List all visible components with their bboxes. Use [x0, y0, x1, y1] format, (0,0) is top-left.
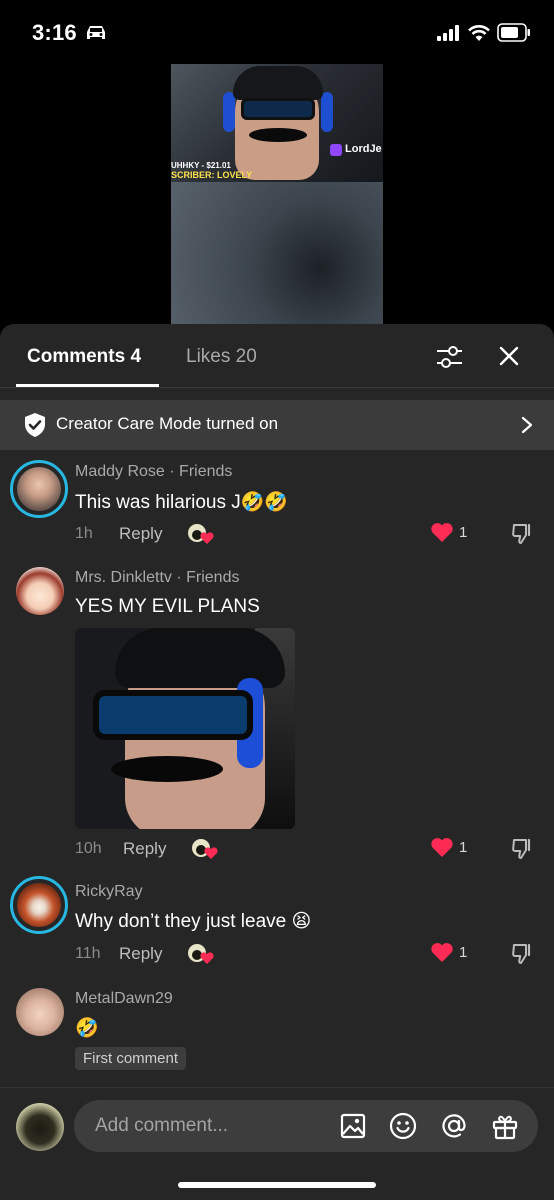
reply-button[interactable]: Reply [123, 839, 166, 859]
dislike-icon[interactable] [510, 522, 534, 546]
video-headset-left [223, 92, 235, 132]
status-time: 3:16 [32, 20, 77, 45]
mention-icon[interactable] [440, 1112, 468, 1140]
comment-username[interactable]: MetalDawn29 [75, 990, 173, 1008]
signal-icon [437, 25, 459, 41]
video-bottom-frame [171, 182, 383, 326]
comment-text: YES MY EVIL PLANS [75, 596, 260, 617]
video-mustache [249, 128, 307, 142]
comment-item: Maddy Rose · Friends This was hilarious … [0, 450, 554, 560]
creator-care-banner[interactable]: Creator Care Mode turned on [0, 400, 554, 450]
status-bar: 3:16 [0, 0, 554, 64]
creator-liked-icon [188, 524, 214, 544]
comment-text: 🤣 [75, 1018, 99, 1039]
comment-placeholder: Add comment... [95, 1115, 229, 1136]
like-button[interactable]: 1 [430, 942, 470, 964]
heart-icon [431, 943, 453, 962]
dislike-icon[interactable] [510, 837, 534, 861]
image-icon[interactable] [339, 1112, 367, 1140]
video-glasses [241, 98, 315, 120]
home-indicator [178, 1182, 376, 1188]
twitch-icon [330, 144, 342, 156]
battery-icon [497, 23, 530, 42]
video-headset-right [321, 92, 333, 132]
wifi-icon [468, 25, 490, 41]
video-streamer-tag: LordJe [345, 143, 382, 155]
chevron-right-icon [521, 416, 533, 434]
avatar[interactable] [10, 876, 68, 934]
avatar[interactable] [16, 988, 64, 1036]
creator-liked-icon [188, 944, 214, 964]
comment-username[interactable]: Mrs. Dinklettv · Friends [75, 569, 239, 587]
filter-icon[interactable] [436, 344, 463, 370]
comments-sheet: Comments 4 Likes 20 Creator Care Mode tu… [0, 324, 554, 1200]
tab-comments[interactable]: Comments 4 [27, 346, 141, 368]
comment-time: 11h [75, 945, 101, 962]
comment-item: MetalDawn29 🤣 First comment [0, 980, 554, 1090]
shield-check-icon [25, 413, 45, 437]
like-button[interactable]: 1 [430, 522, 470, 544]
comment-time: 10h [75, 840, 102, 857]
emoji-icon[interactable] [389, 1112, 417, 1140]
comment-item: Mrs. Dinklettv · Friends YES MY EVIL PLA… [0, 560, 554, 880]
comment-item: RickyRay Why don’t they just leave 😫 11h… [0, 872, 554, 982]
video-overlay-line1: UHHKY - $21.01 [171, 161, 231, 170]
heart-icon [431, 838, 453, 857]
comment-username[interactable]: Maddy Rose · Friends [75, 463, 232, 481]
heart-icon [431, 523, 453, 542]
comment-time: 1h [75, 525, 93, 542]
comment-image[interactable] [75, 628, 295, 829]
like-count: 1 [459, 524, 468, 541]
comment-text: Why don’t they just leave 😫 [75, 911, 312, 932]
sheet-tabs: Comments 4 Likes 20 [0, 324, 554, 388]
gift-icon[interactable] [491, 1112, 519, 1140]
close-icon[interactable] [499, 346, 519, 366]
like-button[interactable]: 1 [430, 837, 470, 859]
image-hair [115, 628, 285, 688]
video-overlay-line2: SCRIBER: LOVELY [171, 170, 253, 180]
video-hair [233, 66, 323, 100]
active-tab-underline [16, 384, 159, 387]
like-count: 1 [459, 944, 468, 961]
image-mustache [111, 756, 223, 782]
tab-likes[interactable]: Likes 20 [186, 346, 257, 368]
first-comment-badge: First comment [75, 1047, 187, 1070]
comment-input-bar: Add comment... [0, 1087, 554, 1200]
avatar[interactable] [16, 567, 64, 615]
comment-username[interactable]: RickyRay [75, 883, 143, 901]
video-preview[interactable]: LordJe UHHKY - $21.01 SCRIBER: LOVELY [171, 64, 383, 326]
my-avatar[interactable] [16, 1103, 64, 1151]
creator-liked-icon [192, 839, 218, 859]
image-glasses [93, 690, 253, 740]
avatar[interactable] [10, 460, 68, 518]
car-icon [87, 26, 105, 39]
creator-care-text: Creator Care Mode turned on [56, 414, 279, 433]
comment-input[interactable]: Add comment... [74, 1100, 538, 1152]
like-count: 1 [459, 839, 468, 856]
comment-text: This was hilarious J🤣🤣 [75, 492, 289, 513]
reply-button[interactable]: Reply [119, 524, 162, 544]
dislike-icon[interactable] [510, 942, 534, 966]
reply-button[interactable]: Reply [119, 944, 162, 964]
